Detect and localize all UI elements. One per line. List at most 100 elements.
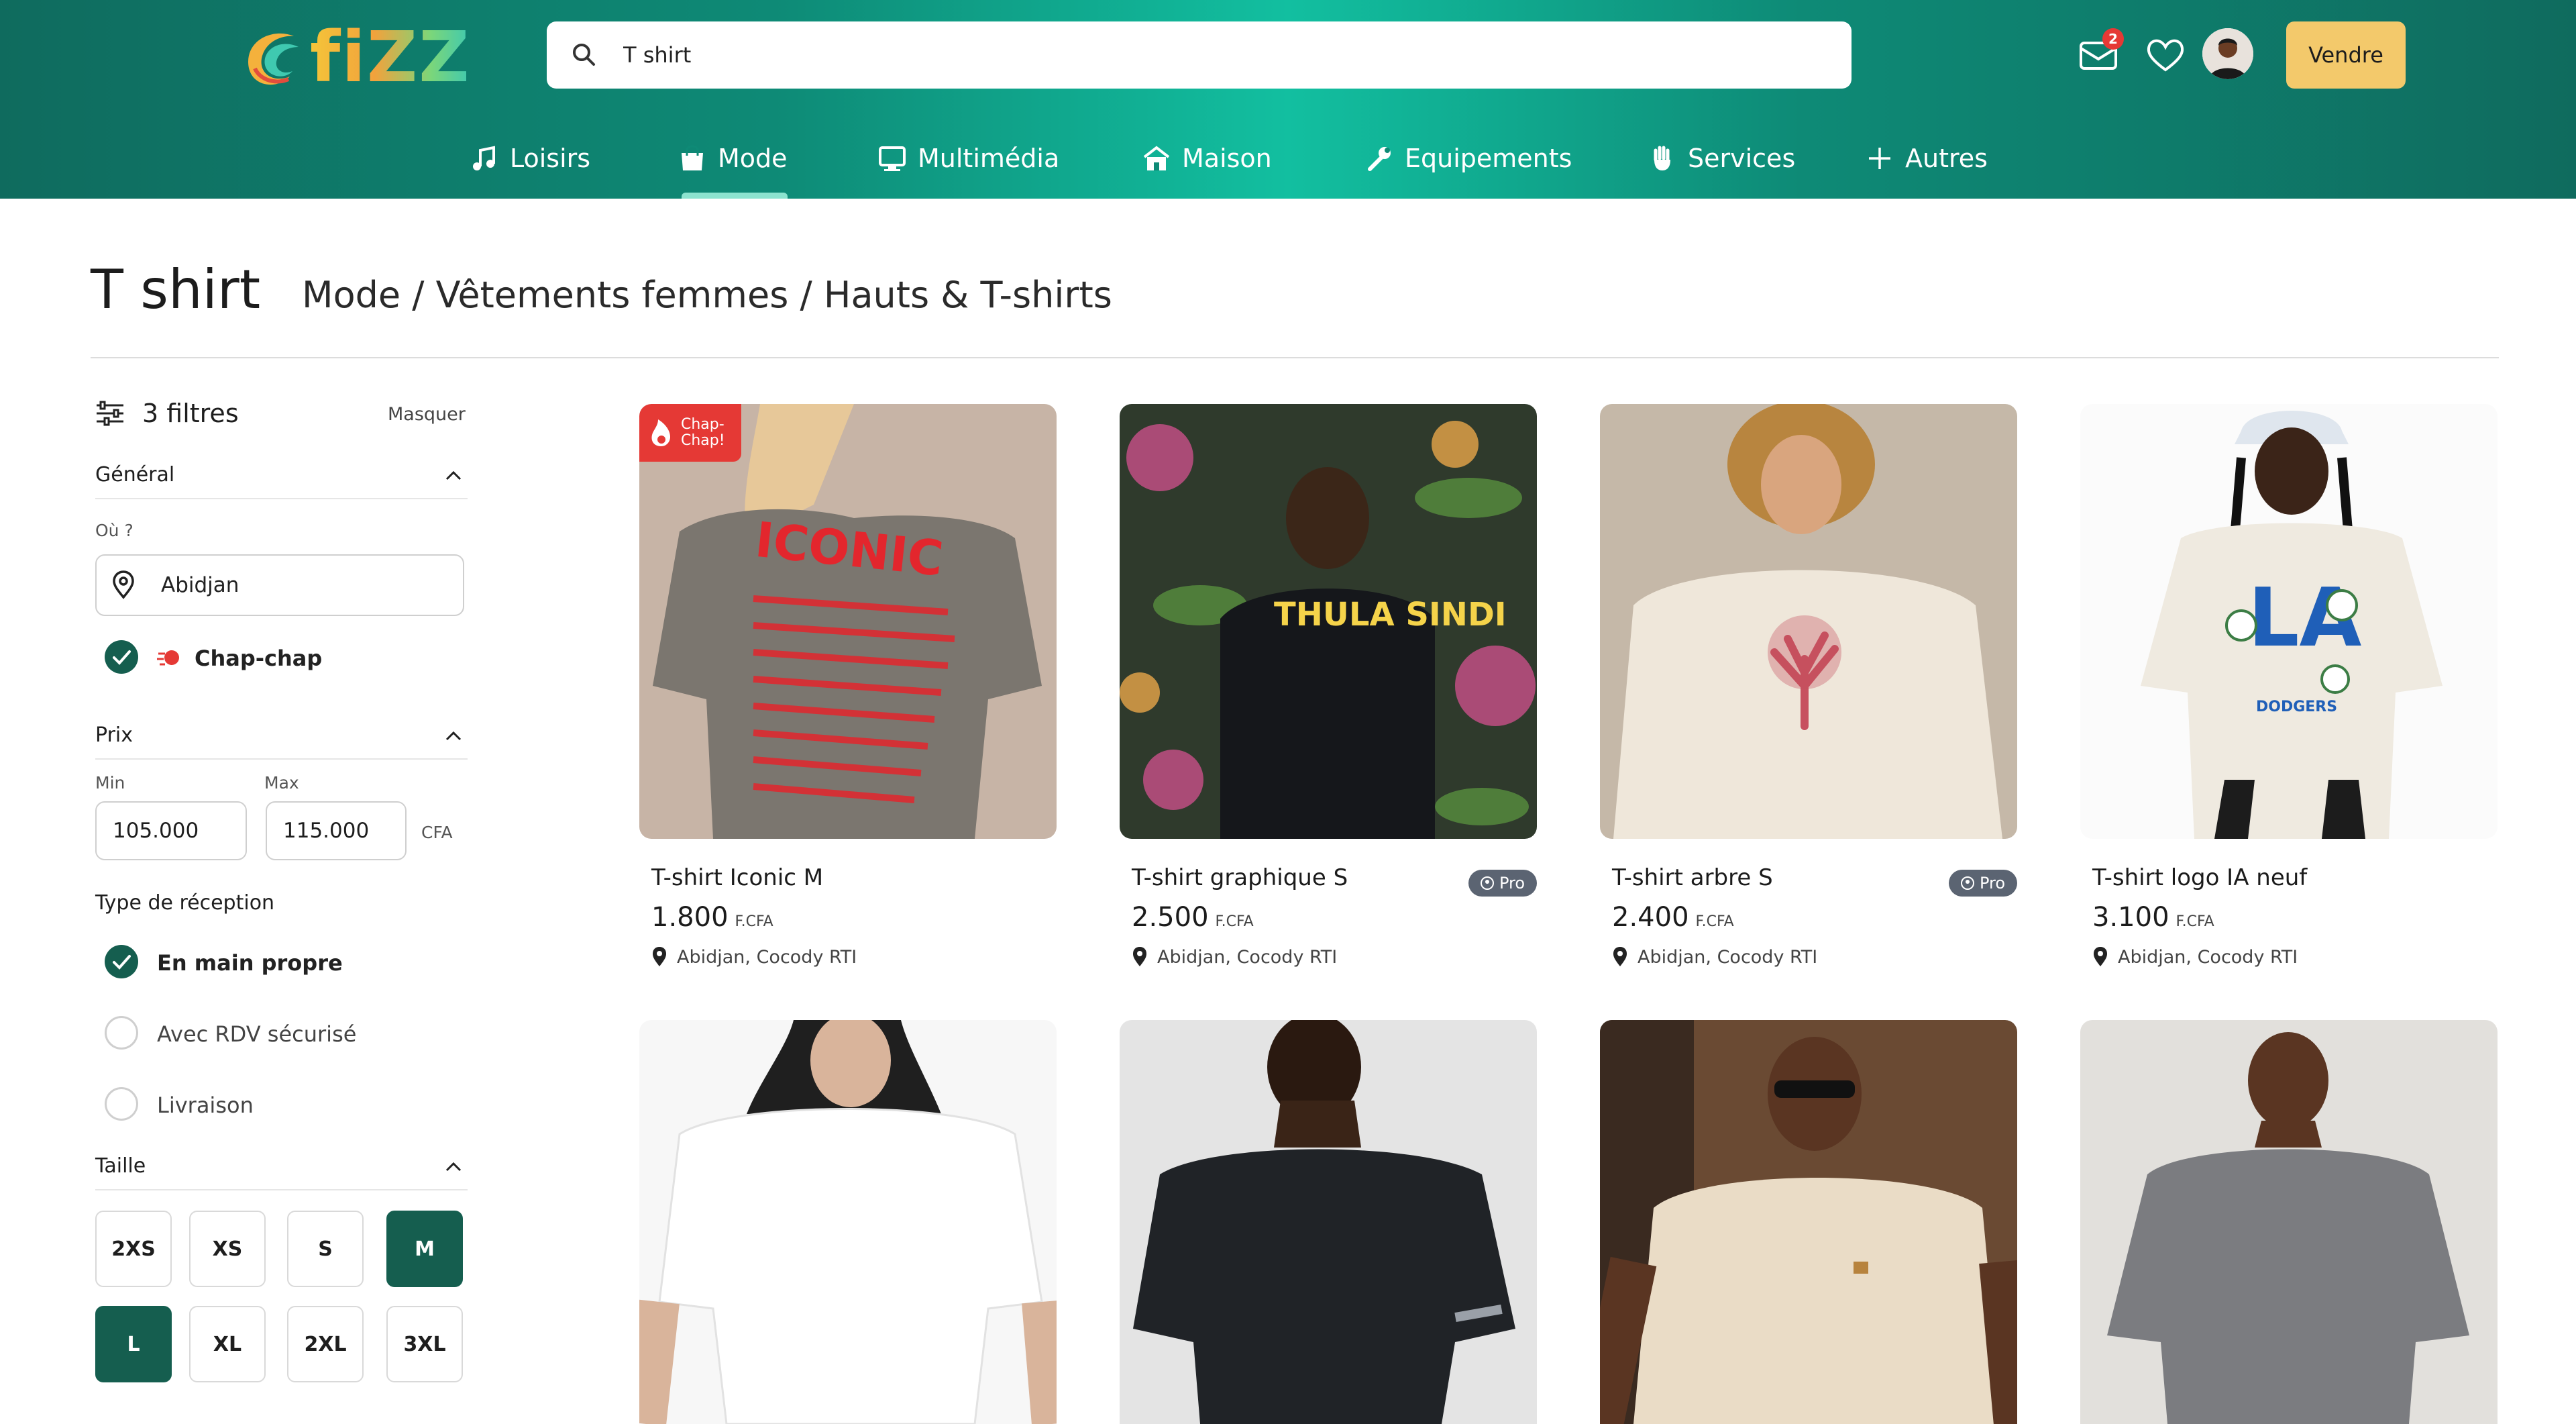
- nav-item-multimedia[interactable]: Multimédia: [877, 138, 1059, 179]
- size-option[interactable]: 3XL: [386, 1306, 463, 1382]
- chap-chap-badge-label: Chap- Chap!: [681, 415, 725, 449]
- hide-filters-link[interactable]: Masquer: [388, 404, 466, 425]
- size-option[interactable]: 2XS: [95, 1211, 172, 1287]
- sell-button[interactable]: Vendre: [2286, 21, 2406, 89]
- location-pin-icon: [1613, 947, 1627, 966]
- where-label: Où ?: [95, 521, 133, 540]
- shopping-bag-icon: [682, 145, 703, 170]
- chevron-up-icon[interactable]: [444, 729, 463, 742]
- breadcrumb[interactable]: Mode / Vêtements femmes / Hauts & T-shir…: [302, 274, 1112, 316]
- product-price: 3.100 F.CFA: [2092, 902, 2214, 933]
- active-tab-indicator: [682, 193, 788, 199]
- size-option[interactable]: 2XL: [287, 1306, 364, 1382]
- nav-item-equipements[interactable]: Equipements: [1364, 138, 1572, 179]
- pro-badge: Pro: [1949, 870, 2017, 897]
- search-bar[interactable]: [547, 21, 1851, 89]
- heart-icon[interactable]: [2144, 34, 2187, 77]
- user-icon: [1960, 876, 1974, 890]
- size-option[interactable]: S: [287, 1211, 364, 1287]
- house-icon: [1143, 146, 1170, 170]
- product-photo: LA DODGERS: [2080, 404, 2498, 839]
- section-reception-title: Type de réception: [95, 891, 275, 915]
- chevron-up-icon[interactable]: [444, 1160, 463, 1173]
- product-card[interactable]: THULA SINDI T-shirt graphique S Pro 2.50…: [1120, 404, 1537, 981]
- product-photo: [1120, 1020, 1537, 1424]
- location-pin-icon: [1133, 947, 1146, 966]
- filters-count: 3 filtres: [142, 399, 239, 428]
- size-option[interactable]: M: [386, 1211, 463, 1287]
- product-photo: [1600, 404, 2017, 839]
- price-min-input[interactable]: 105.000: [95, 801, 247, 860]
- flame-icon: [651, 419, 670, 446]
- product-image[interactable]: [1120, 1020, 1537, 1424]
- product-photo: THULA SINDI: [1120, 404, 1537, 839]
- nav-label: Maison: [1182, 144, 1272, 173]
- nav-label: Autres: [1905, 144, 1988, 173]
- product-name[interactable]: T-shirt Iconic M: [651, 864, 823, 891]
- product-name[interactable]: T-shirt arbre S: [1612, 864, 1773, 891]
- section-general-title[interactable]: Général: [95, 463, 174, 487]
- product-card[interactable]: [2080, 1020, 2498, 1424]
- price-max-value: 115.000: [283, 819, 370, 843]
- currency-label: CFA: [421, 823, 453, 842]
- product-card[interactable]: [639, 1020, 1057, 1424]
- nav-label: Multimédia: [918, 144, 1060, 173]
- chap-chap-logo-icon: [157, 650, 179, 666]
- price-max-input[interactable]: 115.000: [266, 801, 407, 860]
- chap-chap-label[interactable]: Chap-chap: [195, 646, 322, 671]
- product-photo: [1600, 1020, 2017, 1424]
- product-image[interactable]: THULA SINDI: [1120, 404, 1537, 839]
- product-card[interactable]: T-shirt arbre S Pro 2.400 F.CFA Abidjan, …: [1600, 404, 2017, 981]
- nav-item-maison[interactable]: Maison: [1142, 138, 1272, 179]
- chevron-up-icon[interactable]: [444, 468, 463, 482]
- fizz-logo[interactable]: fiZZ: [235, 16, 470, 98]
- nav-item-loisirs[interactable]: Loisirs: [470, 138, 590, 179]
- product-image[interactable]: [2080, 1020, 2498, 1424]
- product-image[interactable]: [639, 1020, 1057, 1424]
- avatar[interactable]: [2202, 28, 2253, 79]
- reception-option-label[interactable]: Livraison: [157, 1092, 254, 1118]
- shirt-print-text: DODGERS: [2256, 699, 2337, 715]
- product-card[interactable]: ICONIC Chap- Chap! T-shirt Iconic M 1.80…: [639, 404, 1057, 981]
- reception-option-label[interactable]: Avec RDV sécurisé: [157, 1021, 356, 1047]
- product-price: 2.400 F.CFA: [1612, 902, 1734, 933]
- size-option[interactable]: XS: [189, 1211, 266, 1287]
- section-size-title[interactable]: Taille: [95, 1154, 146, 1178]
- price-max-label: Max: [264, 773, 299, 793]
- section-price-title[interactable]: Prix: [95, 723, 133, 747]
- location-pin-icon: [653, 947, 666, 966]
- nav-item-mode[interactable]: Mode: [678, 138, 788, 179]
- logo-text: fiZZ: [310, 16, 471, 98]
- product-image[interactable]: [1600, 404, 2017, 839]
- music-note-icon: [473, 146, 495, 170]
- section-divider: [95, 1189, 468, 1190]
- search-input[interactable]: [623, 42, 1764, 68]
- product-image[interactable]: ICONIC Chap- Chap!: [639, 404, 1057, 839]
- nav-item-autres[interactable]: Autres: [1865, 138, 1988, 179]
- location-field[interactable]: Abidjan: [95, 554, 464, 616]
- product-name[interactable]: T-shirt logo IA neuf: [2092, 864, 2307, 891]
- product-image[interactable]: LA DODGERS: [2080, 404, 2498, 839]
- product-name[interactable]: T-shirt graphique S: [1132, 864, 1348, 891]
- product-card[interactable]: LA DODGERS T-shirt logo IA neuf 3.100 F.C…: [2080, 404, 2498, 981]
- reception-option-checkbox[interactable]: [105, 1087, 138, 1121]
- page-title: T shirt: [91, 258, 261, 321]
- chap-chap-badge: Chap- Chap!: [639, 404, 741, 462]
- location-value: Abidjan: [161, 573, 239, 597]
- reception-option-checkbox[interactable]: [105, 945, 138, 978]
- product-image[interactable]: [1600, 1020, 2017, 1424]
- size-option[interactable]: L: [95, 1306, 172, 1382]
- product-card[interactable]: [1600, 1020, 2017, 1424]
- shirt-print-text: THULA SINDI: [1274, 596, 1507, 633]
- chap-chap-checkbox[interactable]: [105, 640, 138, 674]
- nav-item-services[interactable]: Services: [1648, 138, 1795, 179]
- pro-badge: Pro: [1468, 870, 1537, 897]
- reception-option-label[interactable]: En main propre: [157, 950, 343, 976]
- checkmark-icon: [113, 955, 131, 970]
- product-photo: ICONIC: [639, 404, 1057, 839]
- reception-option-checkbox[interactable]: [105, 1016, 138, 1050]
- product-photo: [2080, 1020, 2498, 1424]
- price-min-label: Min: [95, 773, 125, 793]
- product-card[interactable]: [1120, 1020, 1537, 1424]
- size-option[interactable]: XL: [189, 1306, 266, 1382]
